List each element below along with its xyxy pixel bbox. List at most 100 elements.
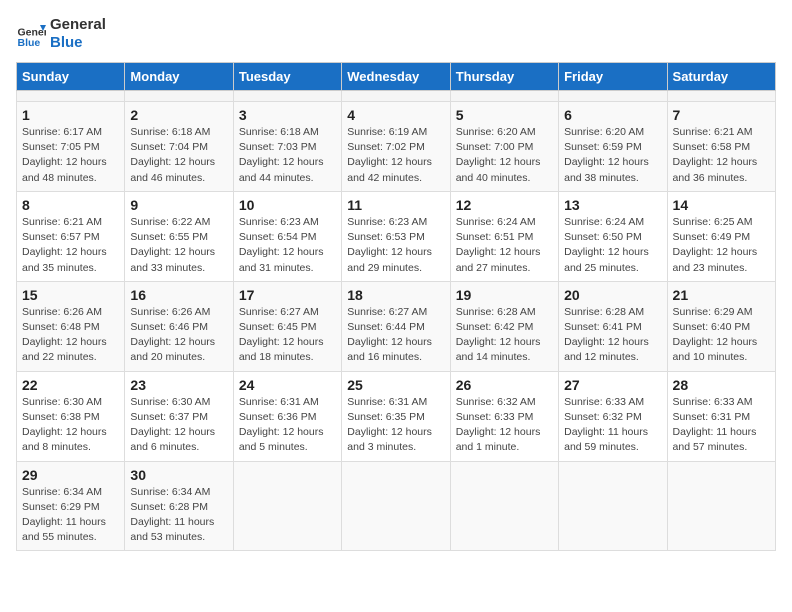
day-detail: Sunrise: 6:26 AMSunset: 6:46 PMDaylight:… [130, 305, 227, 366]
day-detail: Sunrise: 6:29 AMSunset: 6:40 PMDaylight:… [673, 305, 770, 366]
day-cell: 9 Sunrise: 6:22 AMSunset: 6:55 PMDaylight… [125, 191, 233, 281]
day-cell [125, 91, 233, 102]
day-number: 7 [673, 107, 770, 123]
day-detail: Sunrise: 6:26 AMSunset: 6:48 PMDaylight:… [22, 305, 119, 366]
day-cell: 15 Sunrise: 6:26 AMSunset: 6:48 PMDayligh… [17, 281, 125, 371]
day-number: 20 [564, 287, 661, 303]
col-header-friday: Friday [559, 63, 667, 91]
day-number: 26 [456, 377, 553, 393]
calendar-table: SundayMondayTuesdayWednesdayThursdayFrid… [16, 62, 776, 551]
col-header-sunday: Sunday [17, 63, 125, 91]
day-cell: 8Sunrise: 6:21 AMSunset: 6:57 PMDaylight… [17, 191, 125, 281]
day-cell: 23 Sunrise: 6:30 AMSunset: 6:37 PMDayligh… [125, 371, 233, 461]
day-cell [450, 91, 558, 102]
page-header: General Blue GeneralBlue [16, 16, 776, 52]
day-cell: 18 Sunrise: 6:27 AMSunset: 6:44 PMDayligh… [342, 281, 450, 371]
day-detail: Sunrise: 6:34 AMSunset: 6:29 PMDaylight:… [22, 485, 119, 546]
day-number: 17 [239, 287, 336, 303]
day-number: 2 [130, 107, 227, 123]
day-number: 23 [130, 377, 227, 393]
day-number: 30 [130, 467, 227, 483]
day-cell: 10Sunrise: 6:23 AMSunset: 6:54 PMDayligh… [233, 191, 341, 281]
day-number: 19 [456, 287, 553, 303]
day-detail: Sunrise: 6:27 AMSunset: 6:45 PMDaylight:… [239, 305, 336, 366]
day-detail: Sunrise: 6:33 AMSunset: 6:32 PMDaylight:… [564, 395, 661, 456]
day-cell: 12Sunrise: 6:24 AMSunset: 6:51 PMDayligh… [450, 191, 558, 281]
day-cell: 1 Sunrise: 6:17 AMSunset: 7:05 PMDaylight… [17, 102, 125, 192]
col-header-monday: Monday [125, 63, 233, 91]
day-number: 29 [22, 467, 119, 483]
col-header-wednesday: Wednesday [342, 63, 450, 91]
day-number: 25 [347, 377, 444, 393]
day-cell: 3 Sunrise: 6:18 AMSunset: 7:03 PMDaylight… [233, 102, 341, 192]
day-number: 28 [673, 377, 770, 393]
logo: General Blue GeneralBlue [16, 16, 106, 52]
day-detail: Sunrise: 6:18 AMSunset: 7:04 PMDaylight:… [130, 125, 227, 186]
day-number: 3 [239, 107, 336, 123]
day-cell [342, 461, 450, 551]
day-cell: 5 Sunrise: 6:20 AMSunset: 7:00 PMDaylight… [450, 102, 558, 192]
day-cell [559, 91, 667, 102]
day-number: 16 [130, 287, 227, 303]
day-cell: 6Sunrise: 6:20 AMSunset: 6:59 PMDaylight… [559, 102, 667, 192]
day-number: 9 [130, 197, 227, 213]
day-detail: Sunrise: 6:31 AMSunset: 6:35 PMDaylight:… [347, 395, 444, 456]
week-row-4: 15 Sunrise: 6:26 AMSunset: 6:48 PMDayligh… [17, 281, 776, 371]
day-number: 13 [564, 197, 661, 213]
col-header-saturday: Saturday [667, 63, 775, 91]
day-detail: Sunrise: 6:17 AMSunset: 7:05 PMDaylight:… [22, 125, 119, 186]
day-detail: Sunrise: 6:32 AMSunset: 6:33 PMDaylight:… [456, 395, 553, 456]
day-cell: 17 Sunrise: 6:27 AMSunset: 6:45 PMDayligh… [233, 281, 341, 371]
day-number: 21 [673, 287, 770, 303]
day-detail: Sunrise: 6:24 AMSunset: 6:50 PMDaylight:… [564, 215, 661, 276]
day-cell: 20Sunrise: 6:28 AMSunset: 6:41 PMDayligh… [559, 281, 667, 371]
day-cell [17, 91, 125, 102]
logo-icon: General Blue [16, 19, 46, 49]
day-cell [667, 91, 775, 102]
day-cell [233, 461, 341, 551]
week-row-2: 1 Sunrise: 6:17 AMSunset: 7:05 PMDaylight… [17, 102, 776, 192]
day-number: 24 [239, 377, 336, 393]
day-number: 15 [22, 287, 119, 303]
day-cell [667, 461, 775, 551]
day-detail: Sunrise: 6:27 AMSunset: 6:44 PMDaylight:… [347, 305, 444, 366]
day-number: 5 [456, 107, 553, 123]
day-detail: Sunrise: 6:21 AMSunset: 6:58 PMDaylight:… [673, 125, 770, 186]
day-cell [559, 461, 667, 551]
day-detail: Sunrise: 6:24 AMSunset: 6:51 PMDaylight:… [456, 215, 553, 276]
day-detail: Sunrise: 6:30 AMSunset: 6:38 PMDaylight:… [22, 395, 119, 456]
day-detail: Sunrise: 6:20 AMSunset: 7:00 PMDaylight:… [456, 125, 553, 186]
day-number: 22 [22, 377, 119, 393]
day-number: 14 [673, 197, 770, 213]
day-cell: 30 Sunrise: 6:34 AMSunset: 6:28 PMDayligh… [125, 461, 233, 551]
day-cell: 4 Sunrise: 6:19 AMSunset: 7:02 PMDaylight… [342, 102, 450, 192]
day-cell: 13 Sunrise: 6:24 AMSunset: 6:50 PMDayligh… [559, 191, 667, 281]
day-detail: Sunrise: 6:31 AMSunset: 6:36 PMDaylight:… [239, 395, 336, 456]
logo-text: GeneralBlue [50, 16, 106, 52]
day-number: 4 [347, 107, 444, 123]
day-cell: 28Sunrise: 6:33 AMSunset: 6:31 PMDayligh… [667, 371, 775, 461]
week-row-3: 8Sunrise: 6:21 AMSunset: 6:57 PMDaylight… [17, 191, 776, 281]
day-detail: Sunrise: 6:34 AMSunset: 6:28 PMDaylight:… [130, 485, 227, 546]
day-cell [233, 91, 341, 102]
day-number: 11 [347, 197, 444, 213]
day-detail: Sunrise: 6:28 AMSunset: 6:42 PMDaylight:… [456, 305, 553, 366]
week-row-1 [17, 91, 776, 102]
week-row-5: 22 Sunrise: 6:30 AMSunset: 6:38 PMDayligh… [17, 371, 776, 461]
day-cell: 19 Sunrise: 6:28 AMSunset: 6:42 PMDayligh… [450, 281, 558, 371]
day-cell [450, 461, 558, 551]
day-detail: Sunrise: 6:18 AMSunset: 7:03 PMDaylight:… [239, 125, 336, 186]
day-cell: 22 Sunrise: 6:30 AMSunset: 6:38 PMDayligh… [17, 371, 125, 461]
day-cell: 2 Sunrise: 6:18 AMSunset: 7:04 PMDaylight… [125, 102, 233, 192]
day-number: 18 [347, 287, 444, 303]
day-number: 1 [22, 107, 119, 123]
day-detail: Sunrise: 6:30 AMSunset: 6:37 PMDaylight:… [130, 395, 227, 456]
day-detail: Sunrise: 6:22 AMSunset: 6:55 PMDaylight:… [130, 215, 227, 276]
day-cell: 16 Sunrise: 6:26 AMSunset: 6:46 PMDayligh… [125, 281, 233, 371]
day-cell: 7 Sunrise: 6:21 AMSunset: 6:58 PMDaylight… [667, 102, 775, 192]
day-number: 10 [239, 197, 336, 213]
day-detail: Sunrise: 6:20 AMSunset: 6:59 PMDaylight:… [564, 125, 661, 186]
svg-text:Blue: Blue [18, 37, 41, 49]
day-cell: 25 Sunrise: 6:31 AMSunset: 6:35 PMDayligh… [342, 371, 450, 461]
day-detail: Sunrise: 6:19 AMSunset: 7:02 PMDaylight:… [347, 125, 444, 186]
